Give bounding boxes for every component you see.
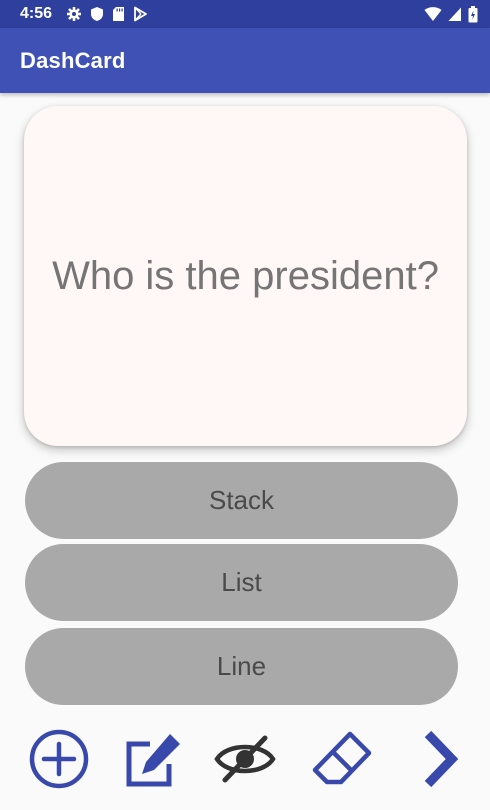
erase-card-button[interactable] xyxy=(309,728,375,794)
add-icon xyxy=(28,728,90,795)
add-card-button[interactable] xyxy=(26,728,92,794)
settings-icon xyxy=(66,6,82,22)
cell-signal-icon xyxy=(448,6,462,22)
status-system-icons xyxy=(424,5,478,23)
shield-icon xyxy=(90,6,104,22)
bottom-toolbar xyxy=(0,728,490,794)
wifi-icon xyxy=(424,6,442,22)
play-store-icon xyxy=(133,6,147,22)
status-notification-icons xyxy=(66,6,147,22)
next-card-button[interactable] xyxy=(406,728,472,794)
edit-icon xyxy=(120,728,184,795)
hide-icon xyxy=(213,728,277,795)
edit-card-button[interactable] xyxy=(119,728,185,794)
answer-button-line[interactable]: Line xyxy=(25,628,458,705)
sd-card-icon xyxy=(112,6,125,22)
app-title: DashCard xyxy=(20,47,126,73)
answer-button-stack[interactable]: Stack xyxy=(25,462,458,539)
erase-icon xyxy=(310,727,374,796)
answer-button-list[interactable]: List xyxy=(25,544,458,621)
status-bar: 4:56 xyxy=(0,0,490,28)
status-time: 4:56 xyxy=(20,5,53,22)
flash-card[interactable]: Who is the president? xyxy=(24,106,467,446)
hide-answer-button[interactable] xyxy=(212,728,278,794)
next-icon xyxy=(408,726,470,797)
battery-icon xyxy=(468,5,478,23)
card-question: Who is the president? xyxy=(52,253,439,298)
app-bar: DashCard xyxy=(0,28,490,93)
